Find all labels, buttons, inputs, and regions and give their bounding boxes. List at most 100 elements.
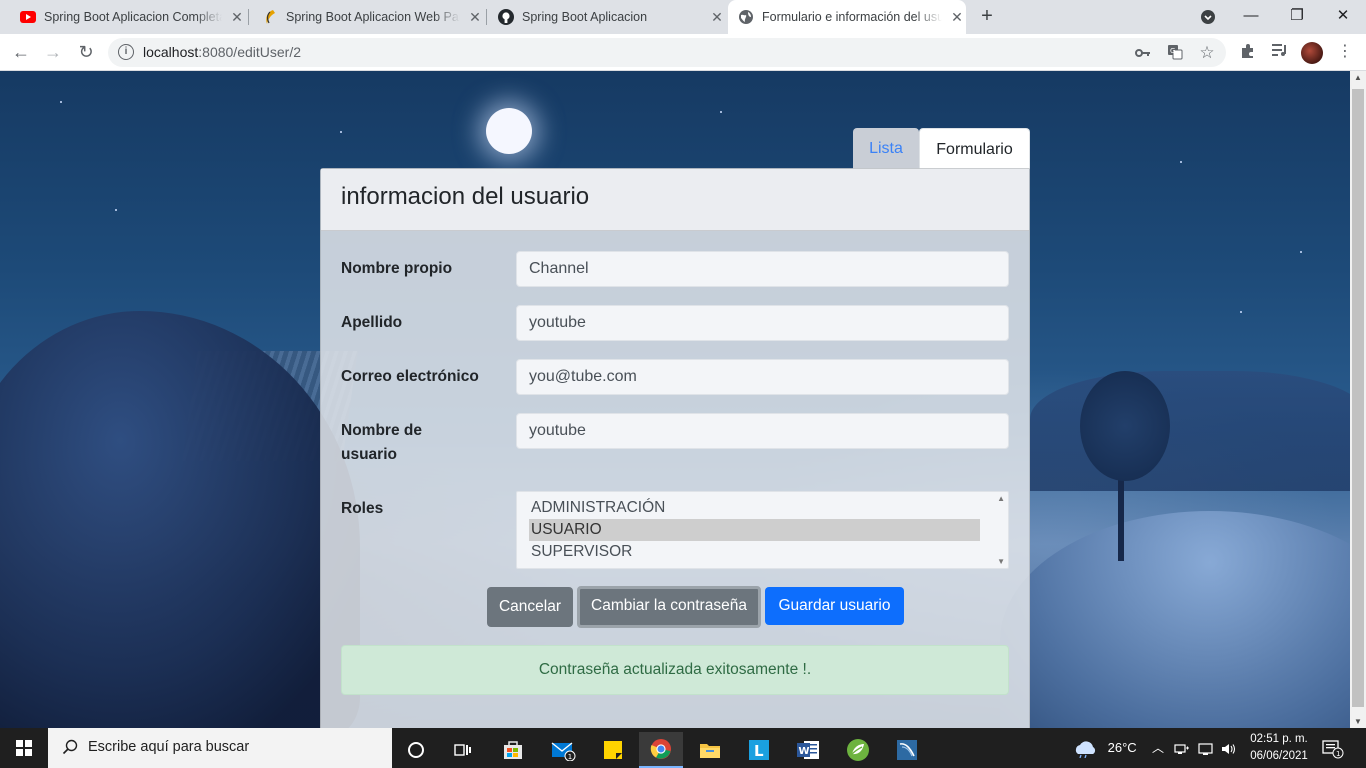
minimize-button[interactable]: — <box>1228 0 1274 34</box>
browser-tab-1[interactable]: Spring Boot Aplicacion Completa ✕ <box>10 0 246 34</box>
search-placeholder: Escribe aquí para buscar <box>88 739 250 755</box>
profile-avatar[interactable] <box>1301 42 1323 64</box>
clock-date: 06/06/2021 <box>1250 750 1308 762</box>
roles-multiselect[interactable]: ADMINISTRACIÓN USUARIO SUPERVISOR ▲ ▼ <box>516 491 1009 569</box>
bookmark-star-icon[interactable]: ☆ <box>1198 44 1216 62</box>
network-icon[interactable] <box>1174 728 1190 768</box>
chrome-icon[interactable] <box>639 732 683 768</box>
svg-text:W: W <box>799 746 810 757</box>
forward-arrow-icon[interactable]: → <box>40 40 66 66</box>
back-arrow-icon[interactable]: ← <box>8 40 34 66</box>
db-tool-icon[interactable] <box>885 732 929 768</box>
card-header: informacion del usuario <box>321 169 1029 231</box>
forest-decoration <box>1030 371 1350 491</box>
taskbar-search[interactable]: Escribe aquí para buscar <box>48 728 392 768</box>
field-row-roles: Roles ADMINISTRACIÓN USUARIO SUPERVISOR … <box>341 491 1009 569</box>
windows-taskbar: Escribe aquí para buscar 1 L W 26°C ︿ 02… <box>0 728 1366 768</box>
card-title: informacion del usuario <box>341 183 590 210</box>
page-background: Lista Formulario informacion del usuario… <box>0 71 1350 728</box>
display-icon[interactable] <box>1198 728 1214 768</box>
tray-chevron-icon[interactable]: ︿ <box>1152 728 1164 768</box>
file-explorer-icon[interactable] <box>688 732 732 768</box>
scroll-down-arrow-icon[interactable]: ▼ <box>1350 717 1366 726</box>
svg-text:1: 1 <box>568 753 572 761</box>
tab-title: Spring Boot Aplicacion Completa <box>44 10 222 24</box>
page-scrollbar[interactable]: ▲ ▼ <box>1350 71 1366 728</box>
close-window-button[interactable]: ✕ <box>1320 0 1366 34</box>
address-bar[interactable]: i localhost:8080/editUser/2 G ☆ <box>108 38 1226 67</box>
weather-widget[interactable]: 26°C <box>1072 728 1137 768</box>
youtube-icon <box>20 9 36 25</box>
notification-center-icon[interactable]: 1 <box>1322 728 1344 768</box>
nombre-label: Nombre propio <box>341 260 453 277</box>
volume-icon[interactable] <box>1221 728 1237 768</box>
browser-tab-strip: Spring Boot Aplicacion Completa ✕ Spring… <box>0 0 1366 34</box>
spring-tool-suite-icon[interactable] <box>836 732 880 768</box>
tab-title: Spring Boot Aplicacion <box>522 10 648 24</box>
close-icon[interactable]: ✕ <box>228 9 246 26</box>
tab-title: Spring Boot Aplicacion Web Parte <box>286 10 460 24</box>
role-option[interactable]: ADMINISTRACIÓN <box>529 497 980 519</box>
field-row-usuario: Nombre de usuario youtube <box>341 413 1009 469</box>
word-icon[interactable]: W <box>786 732 830 768</box>
site-info-icon[interactable]: i <box>118 44 134 60</box>
search-icon <box>62 739 78 755</box>
store-icon[interactable] <box>491 732 535 768</box>
close-icon[interactable]: ✕ <box>708 9 726 26</box>
field-row-apellido: Apellido youtube <box>341 305 1009 341</box>
save-user-button[interactable]: Guardar usuario <box>765 587 904 625</box>
globe-icon <box>738 9 754 25</box>
role-option-selected[interactable]: USUARIO <box>529 519 980 541</box>
change-password-button[interactable]: Cambiar la contraseña <box>577 586 761 628</box>
cancel-button[interactable]: Cancelar <box>487 587 573 627</box>
extensions-puzzle-icon[interactable] <box>1238 43 1258 63</box>
mail-icon[interactable]: 1 <box>541 732 585 768</box>
tree-decoration <box>1080 371 1170 481</box>
apellido-input[interactable]: youtube <box>516 305 1009 341</box>
correo-label: Correo electrónico <box>341 368 479 385</box>
system-clock[interactable]: 02:51 p. m. 06/06/2021 <box>1241 731 1317 765</box>
new-tab-button[interactable]: + <box>976 5 998 29</box>
l-app-icon[interactable]: L <box>737 732 781 768</box>
tab-search-icon[interactable] <box>1185 0 1231 34</box>
browser-tab-3[interactable]: Spring Boot Aplicacion ✕ <box>490 0 726 34</box>
scrollbar-thumb[interactable] <box>1352 89 1364 707</box>
cortana-icon[interactable] <box>394 732 438 768</box>
scroll-up-arrow-icon[interactable]: ▲ <box>997 494 1005 503</box>
field-row-correo: Correo electrónico you@tube.com <box>341 359 1009 395</box>
media-queue-icon[interactable] <box>1270 43 1290 63</box>
roles-label: Roles <box>341 500 384 517</box>
scroll-down-arrow-icon[interactable]: ▼ <box>997 557 1005 566</box>
form-nav-tabs: Lista Formulario <box>853 128 1030 169</box>
url-text[interactable]: localhost:8080/editUser/2 <box>143 44 301 60</box>
github-icon <box>498 9 514 25</box>
role-option[interactable]: SUPERVISOR <box>529 541 980 563</box>
task-view-icon[interactable] <box>441 732 485 768</box>
close-icon[interactable]: ✕ <box>948 9 966 26</box>
close-icon[interactable]: ✕ <box>466 9 484 26</box>
correo-input[interactable]: you@tube.com <box>516 359 1009 395</box>
reload-icon[interactable]: ↻ <box>73 40 99 66</box>
translate-icon[interactable]: G <box>1166 44 1184 62</box>
start-button[interactable] <box>0 728 48 768</box>
usuario-input[interactable]: youtube <box>516 413 1009 449</box>
success-alert: Contraseña actualizada exitosamente !. <box>341 645 1009 695</box>
nombre-input[interactable]: Channel <box>516 251 1009 287</box>
hill-decoration <box>1000 511 1350 728</box>
browser-tab-4-active[interactable]: Formulario e información del usuario ✕ <box>728 0 966 34</box>
apellido-label: Apellido <box>341 314 403 331</box>
sticky-notes-icon[interactable] <box>591 732 635 768</box>
svg-text:G: G <box>1170 47 1175 55</box>
windows-logo-icon <box>16 740 32 756</box>
maximize-button[interactable]: ❐ <box>1274 0 1320 34</box>
key-icon[interactable] <box>1134 44 1152 62</box>
app-icon <box>262 9 278 25</box>
clock-time: 02:51 p. m. <box>1250 733 1308 745</box>
field-row-nombre: Nombre propio Channel <box>341 251 1009 287</box>
scroll-up-arrow-icon[interactable]: ▲ <box>1350 73 1366 82</box>
menu-kebab-icon[interactable]: ⋮ <box>1337 42 1353 62</box>
tab-formulario[interactable]: Formulario <box>919 128 1030 169</box>
svg-text:1: 1 <box>1336 750 1340 758</box>
tab-lista[interactable]: Lista <box>853 128 919 169</box>
browser-tab-2[interactable]: Spring Boot Aplicacion Web Parte ✕ <box>252 0 484 34</box>
